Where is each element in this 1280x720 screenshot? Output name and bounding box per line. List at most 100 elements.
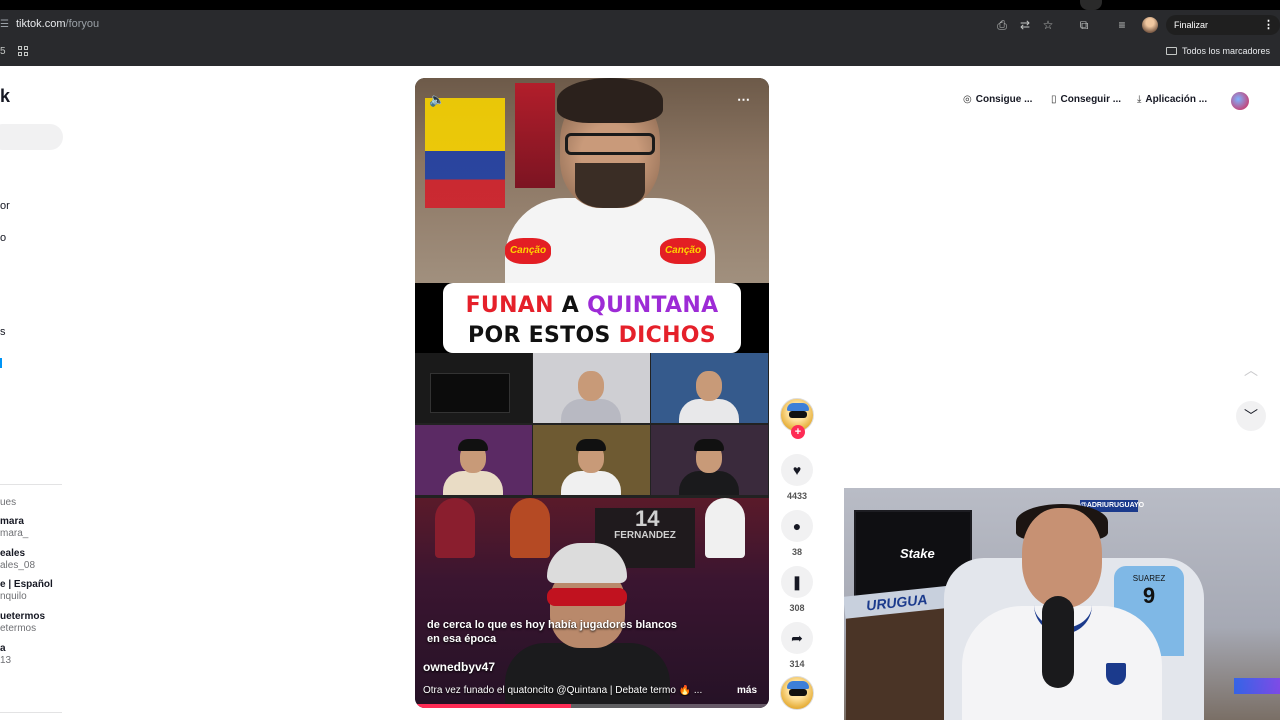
sidebar-item-messages[interactable]: s (0, 326, 6, 338)
list-item[interactable]: uetermos etermos (0, 611, 45, 635)
user-avatar[interactable] (1231, 92, 1249, 110)
grid-cell (415, 353, 532, 423)
bookmarks-bar: 5 Todos los marcadores (0, 40, 1280, 66)
all-bookmarks-folder[interactable]: Todos los marcadores (1165, 46, 1270, 56)
list-item[interactable]: a 13 (0, 643, 11, 667)
site-settings-icon[interactable]: ☰ (0, 19, 10, 31)
video-title-card: FUNAN A QUINTANA POR ESTOS DICHOS (443, 283, 741, 353)
address-bar[interactable]: ☰ tiktok.com/foryou ⎙ ⇄ ☆ ⧉ ≡ Finalizar … (0, 10, 1280, 50)
grid-cell (415, 425, 532, 495)
video-author[interactable]: ownedbyv47 (423, 660, 495, 674)
avatar-cap (787, 403, 809, 411)
tiktok-logo[interactable]: k (0, 86, 10, 107)
follow-plus-icon[interactable]: + (791, 425, 805, 439)
profile-avatar[interactable] (1142, 17, 1158, 33)
download-icon: ⤓ (1137, 94, 1142, 105)
comment-icon[interactable]: ● (781, 510, 813, 542)
cell-cap (458, 439, 488, 451)
chevron-down-icon[interactable]: ﹀ (1236, 401, 1266, 431)
share-count: 314 (789, 659, 805, 669)
video-person: Canção Canção (505, 78, 715, 288)
title-line-1: FUNAN A QUINTANA (465, 293, 719, 318)
speaker-icon[interactable]: 🔈 (429, 92, 445, 108)
title-line-2: POR ESTOS DICHOS (468, 323, 716, 348)
cell-cap (576, 439, 606, 451)
streamer-shirt (505, 643, 670, 708)
comment-count: 38 (791, 547, 802, 557)
bookmark-star-icon[interactable]: ☆ (1040, 17, 1056, 33)
trophy-decoration (705, 498, 745, 558)
club-crest (1106, 663, 1126, 685)
avatar-sunglasses (789, 689, 807, 696)
grid-cell (533, 425, 650, 495)
search-input[interactable] (0, 124, 63, 150)
bookmark-icon[interactable]: ❚ (781, 566, 813, 598)
sidebar-item-active-indicator (0, 358, 2, 368)
share-arrow-icon[interactable]: ➦ (781, 622, 813, 654)
list-item[interactable]: eales ales_08 (0, 548, 35, 572)
sidebar-item-explore[interactable]: or (0, 200, 10, 212)
following-accounts-header: ues (0, 497, 17, 508)
heart-icon[interactable]: ♥ (781, 454, 813, 486)
webcam-overlay: Stake @ADRIURUGUAYO URUGUA SUAREZ 9 (844, 488, 1280, 720)
desktop-app-button[interactable]: ⤓ Aplicación ... (1137, 94, 1207, 105)
extensions-icon[interactable]: ⧉ (1076, 17, 1092, 33)
url-text[interactable]: tiktok.com/foryou (16, 18, 99, 30)
get-coins-button[interactable]: ◎ Consigue ... (963, 94, 1032, 105)
sound-avatar[interactable] (780, 676, 814, 710)
list-item[interactable]: e | Español nquilo (0, 579, 53, 603)
more-dots-icon[interactable]: ⋯ (737, 92, 750, 108)
grid-cell (651, 353, 768, 423)
install-app-icon[interactable]: ⎙ (994, 17, 1010, 33)
grid-cell (651, 425, 768, 495)
video-title-band: FUNAN A QUINTANA POR ESTOS DICHOS (415, 283, 769, 353)
cell-face (696, 371, 722, 401)
cell-body (561, 471, 621, 495)
top-actions-bar: ◎ Consigue ... ▯ Conseguir ... ⤓ Aplicación… (955, 88, 1255, 114)
person-beard (575, 163, 645, 208)
avatar-cap (787, 681, 809, 689)
mixer-panel (430, 373, 510, 413)
cell-cap (694, 439, 724, 451)
streamer-glasses (547, 588, 627, 606)
video-player[interactable]: Canção Canção 🔈 ⋯ FUNAN A QUINTANA POR E… (415, 78, 769, 708)
microphone (1042, 596, 1074, 688)
update-button[interactable]: Finalizar actualización⋮ (1166, 15, 1280, 50)
cell-body (679, 471, 739, 495)
sidebar-divider (0, 712, 62, 713)
led-strip (1234, 678, 1280, 694)
apps-grid-icon[interactable] (18, 46, 30, 58)
sponsor-badge: Canção (505, 238, 551, 264)
video-stream-grid (415, 353, 769, 498)
tv-brand-text: Stake (900, 546, 935, 561)
progress-fill (415, 704, 571, 708)
get-app-button[interactable]: ▯ Conseguir ... (1051, 94, 1121, 105)
cell-body (679, 399, 739, 423)
sponsor-badge: Canção (660, 238, 706, 264)
video-progress-bar[interactable] (415, 704, 769, 708)
bookmarks-left-fragment: 5 (0, 46, 6, 57)
list-item[interactable]: mara mara_ (0, 516, 28, 540)
avatar-sunglasses (789, 411, 807, 418)
cell-body (443, 471, 503, 495)
streamer-cap (547, 543, 627, 583)
menu-dots-icon[interactable]: ⋮ (1263, 15, 1274, 35)
video-frame-top: Canção Canção 🔈 ⋯ (415, 78, 769, 288)
translate-icon[interactable]: ⇄ (1017, 17, 1033, 33)
coin-icon: ◎ (963, 94, 972, 105)
sidebar-divider (0, 484, 62, 485)
video-description: Otra vez funado el quatoncito @Quintana … (423, 685, 703, 696)
video-subtitle: de cerca lo que es hoy había jugadores b… (427, 619, 678, 645)
person-glasses (565, 133, 655, 155)
video-frame-bottom: 14 FERNANDEZ (415, 498, 769, 708)
reading-list-icon[interactable]: ≡ (1114, 17, 1130, 33)
folder-icon (1165, 47, 1177, 55)
sidebar-item-following[interactable]: o (0, 232, 6, 244)
save-count: 308 (789, 603, 805, 613)
cell-face (578, 371, 604, 401)
grid-cell (533, 353, 650, 423)
person-hair (557, 78, 663, 123)
chevron-up-icon[interactable]: ︿ (1236, 355, 1266, 385)
tab[interactable] (1080, 0, 1102, 10)
more-link[interactable]: más (737, 685, 757, 696)
